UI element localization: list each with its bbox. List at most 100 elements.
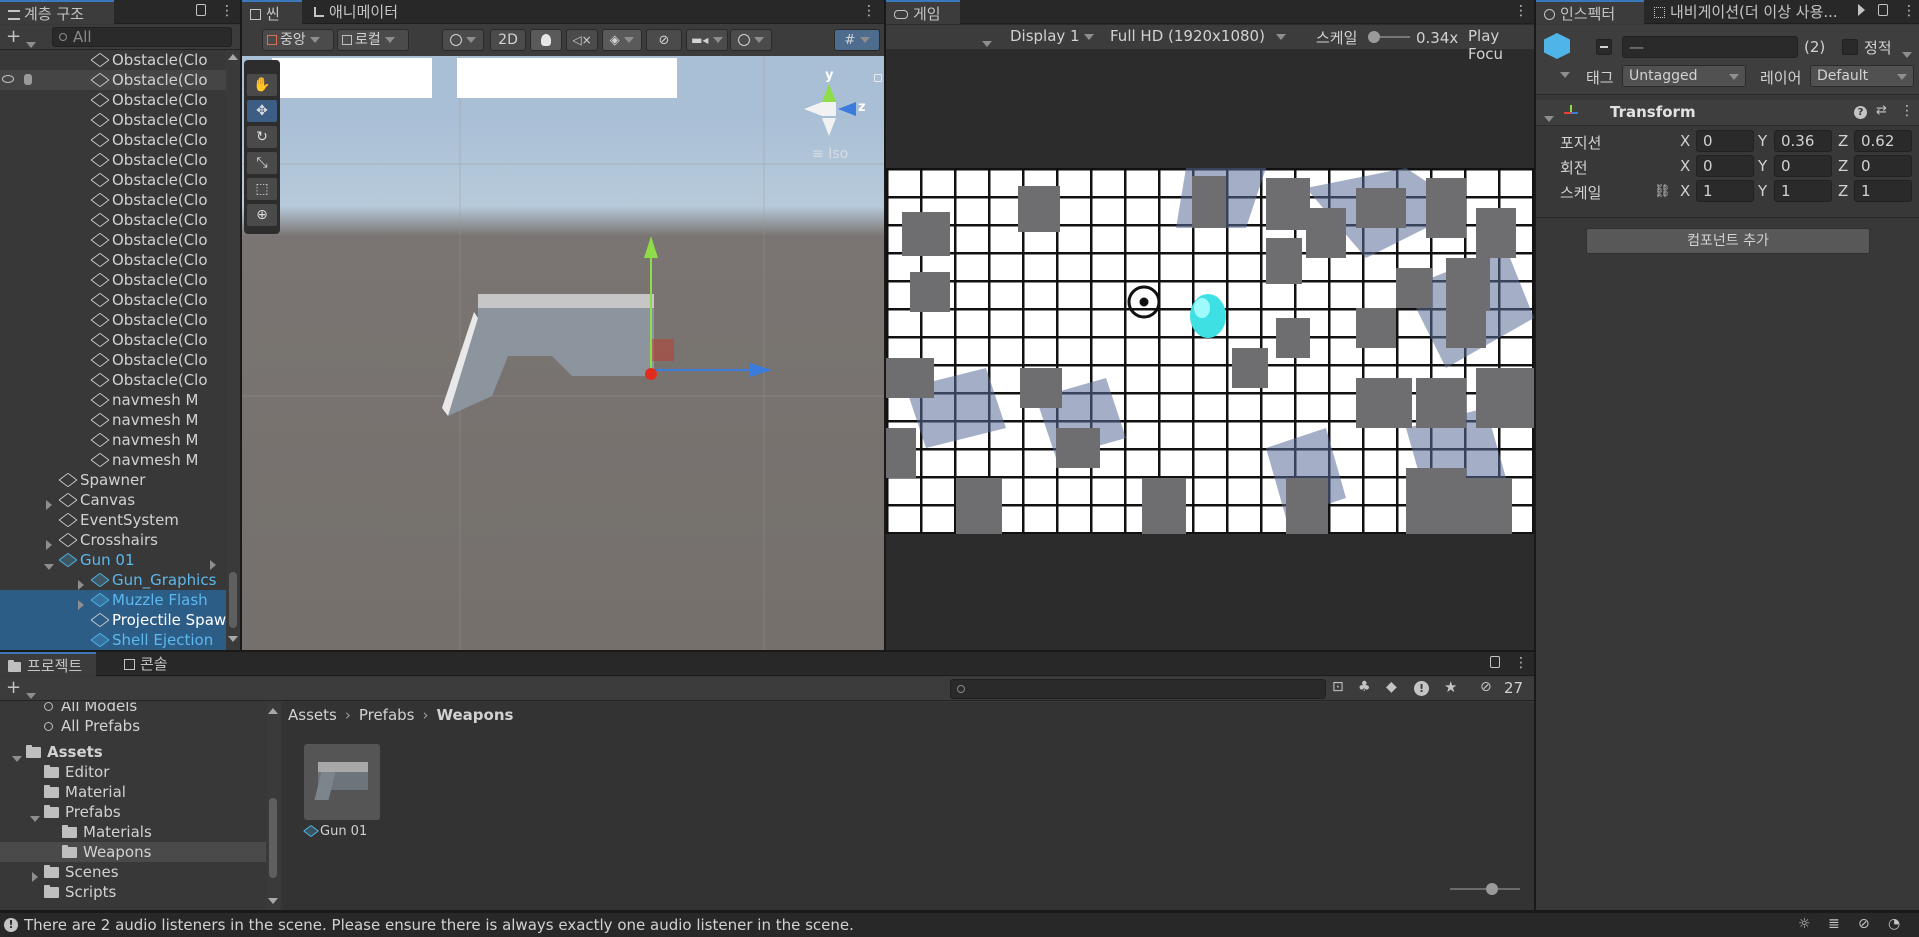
hierarchy-item[interactable]: Spawner [0, 470, 226, 490]
scale-y-field[interactable]: 1 [1774, 180, 1832, 202]
scene-viewport[interactable]: ✋ ✥ ↻ ⤡ ⬚ ⊕ y z ≡ Iso [242, 56, 884, 650]
static-checkbox[interactable] [1842, 39, 1858, 55]
gizmo-center-cube[interactable] [822, 102, 836, 116]
rotate-tool-button[interactable]: ↻ [247, 126, 277, 148]
hierarchy-item[interactable]: navmesh M [0, 450, 226, 470]
position-y-field[interactable]: 0.36 [1774, 130, 1832, 152]
scale-z-field[interactable]: 1 [1854, 180, 1912, 202]
expand-arrow-icon[interactable] [78, 575, 84, 590]
scale-x-field[interactable]: 1 [1696, 180, 1754, 202]
scroll-down-icon[interactable] [228, 636, 238, 642]
layer-dropdown[interactable]: Default [1810, 65, 1914, 87]
gizmo-lock-icon[interactable] [874, 74, 882, 82]
rotation-x-field[interactable]: 0 [1696, 155, 1754, 177]
play-focus-dropdown[interactable]: Play Focu [1468, 27, 1534, 63]
breadcrumb-item[interactable]: Prefabs [359, 706, 415, 724]
hierarchy-item[interactable]: Obstacle(Clo [0, 130, 226, 150]
scroll-up-icon[interactable] [228, 54, 238, 60]
grid-snap-dropdown[interactable]: # [834, 29, 880, 51]
effects-dropdown[interactable]: ◈ [602, 29, 642, 51]
hierarchy-item[interactable]: Obstacle(Clo [0, 50, 226, 70]
tab-animator[interactable]: 애니메이터 [306, 0, 406, 24]
favorite-star-icon[interactable]: ★ [1444, 678, 1457, 696]
camera-dropdown[interactable]: ▬◂ [686, 29, 728, 51]
tab-inspector[interactable]: 인스펙터 [1536, 0, 1644, 24]
scroll-up-icon[interactable] [268, 708, 278, 714]
game-mode-dropdown[interactable] [982, 34, 992, 52]
create-plus-icon[interactable]: + [6, 26, 21, 47]
project-tree-item[interactable]: Assets [0, 742, 266, 762]
scene-visibility-button[interactable]: ⊘ [646, 29, 682, 51]
scroll-thumb[interactable] [269, 798, 277, 878]
hierarchy-item[interactable]: Obstacle(Clo [0, 350, 226, 370]
cache-server-icon[interactable]: ≣ [1828, 916, 1840, 932]
more-menu-icon[interactable]: ⋮ [1514, 3, 1528, 19]
collapse-toggle-icon[interactable] [1544, 109, 1554, 127]
component-menu-icon[interactable]: ⋮ [1900, 103, 1914, 119]
expand-arrow-icon[interactable] [46, 535, 52, 550]
tab-scene[interactable]: 씬 [242, 0, 302, 24]
rect-tool-button[interactable]: ⬚ [247, 178, 277, 200]
hierarchy-item[interactable]: Projectile Spaw [0, 610, 226, 630]
space-dropdown[interactable]: 로컬 [337, 29, 409, 51]
hierarchy-item[interactable]: Muzzle Flash [0, 590, 226, 610]
filter-by-label-icon[interactable]: ◆ [1386, 679, 1397, 695]
hierarchy-item[interactable]: Obstacle(Clo [0, 210, 226, 230]
scale-tool-button[interactable]: ⤡ [247, 152, 277, 174]
add-component-button[interactable]: 컴포넌트 추가 [1586, 228, 1870, 254]
help-icon[interactable]: ? [1854, 106, 1867, 119]
hierarchy-item[interactable]: Obstacle(Clo [0, 150, 226, 170]
project-tree-item[interactable]: Scenes [0, 862, 266, 882]
position-x-field[interactable]: 0 [1696, 130, 1754, 152]
hierarchy-item[interactable]: navmesh M [0, 410, 226, 430]
hierarchy-item[interactable]: Obstacle(Clo [0, 250, 226, 270]
rotation-z-field[interactable]: 0 [1854, 155, 1912, 177]
move-tool-button[interactable]: ✥ [247, 100, 277, 122]
hierarchy-item[interactable]: navmesh M [0, 390, 226, 410]
tag-dropdown[interactable]: Untagged [1622, 65, 1746, 87]
pickable-hand-icon[interactable] [24, 74, 32, 85]
project-tree-item[interactable]: Material [0, 782, 266, 802]
tab-navigation[interactable]: 내비게이션(더 이상 사용... [1646, 0, 1866, 24]
gizmo-z-cone[interactable] [838, 102, 856, 116]
gizmo-down-cone[interactable] [822, 118, 836, 136]
search-by-type-icon[interactable]: ⊡ [1332, 679, 1344, 695]
scroll-down-icon[interactable] [268, 898, 278, 904]
object-name-input[interactable]: — [1622, 36, 1798, 58]
pivot-dropdown[interactable]: 중앙 [262, 29, 334, 51]
scale-slider[interactable] [1368, 31, 1410, 43]
gizmo-y-cone[interactable] [822, 84, 836, 102]
gizmo-x-cone[interactable] [804, 102, 822, 116]
lock-icon[interactable] [196, 4, 206, 16]
rotation-y-field[interactable]: 0 [1774, 155, 1832, 177]
mode-2d-button[interactable]: 2D [490, 29, 526, 51]
progress-icon[interactable]: ⊘ [1858, 916, 1870, 932]
log-filter-icon[interactable]: ! [1414, 681, 1429, 696]
active-checkbox[interactable] [1596, 39, 1612, 55]
project-search-input[interactable] [950, 679, 1326, 699]
expand-arrow-icon[interactable] [46, 495, 52, 510]
breadcrumb-item[interactable]: Weapons [437, 706, 514, 724]
lock-icon[interactable] [1490, 656, 1500, 668]
gizmos-dropdown[interactable] [730, 29, 772, 51]
hierarchy-item[interactable]: Obstacle(Clo [0, 290, 226, 310]
hierarchy-search-input[interactable]: All [52, 27, 232, 47]
hierarchy-item[interactable]: Obstacle(Clo [0, 230, 226, 250]
hierarchy-item[interactable]: Obstacle(Clo [0, 370, 226, 390]
static-dropdown[interactable] [1902, 45, 1912, 63]
project-tree-item[interactable]: Editor [0, 762, 266, 782]
lock-icon[interactable] [1878, 4, 1888, 16]
tab-hierarchy[interactable]: 계층 구조 [0, 0, 114, 24]
hierarchy-item[interactable]: Crosshairs [0, 530, 226, 550]
project-tree-item[interactable]: Materials [0, 822, 266, 842]
hierarchy-item[interactable]: Gun 01 [0, 550, 226, 570]
project-tree-item[interactable]: Weapons [0, 842, 266, 862]
more-menu-icon[interactable]: ⋮ [1902, 3, 1916, 19]
project-tree-item[interactable]: All Models [0, 702, 266, 716]
position-z-field[interactable]: 0.62 [1854, 130, 1912, 152]
project-tree-item[interactable]: Prefabs [0, 802, 266, 822]
breadcrumb-item[interactable]: Assets [288, 706, 337, 724]
notifications-icon[interactable]: ◔ [1888, 916, 1900, 932]
collapse-arrow-icon[interactable] [44, 556, 54, 570]
hierarchy-item[interactable]: Obstacle(Clo [0, 190, 226, 210]
